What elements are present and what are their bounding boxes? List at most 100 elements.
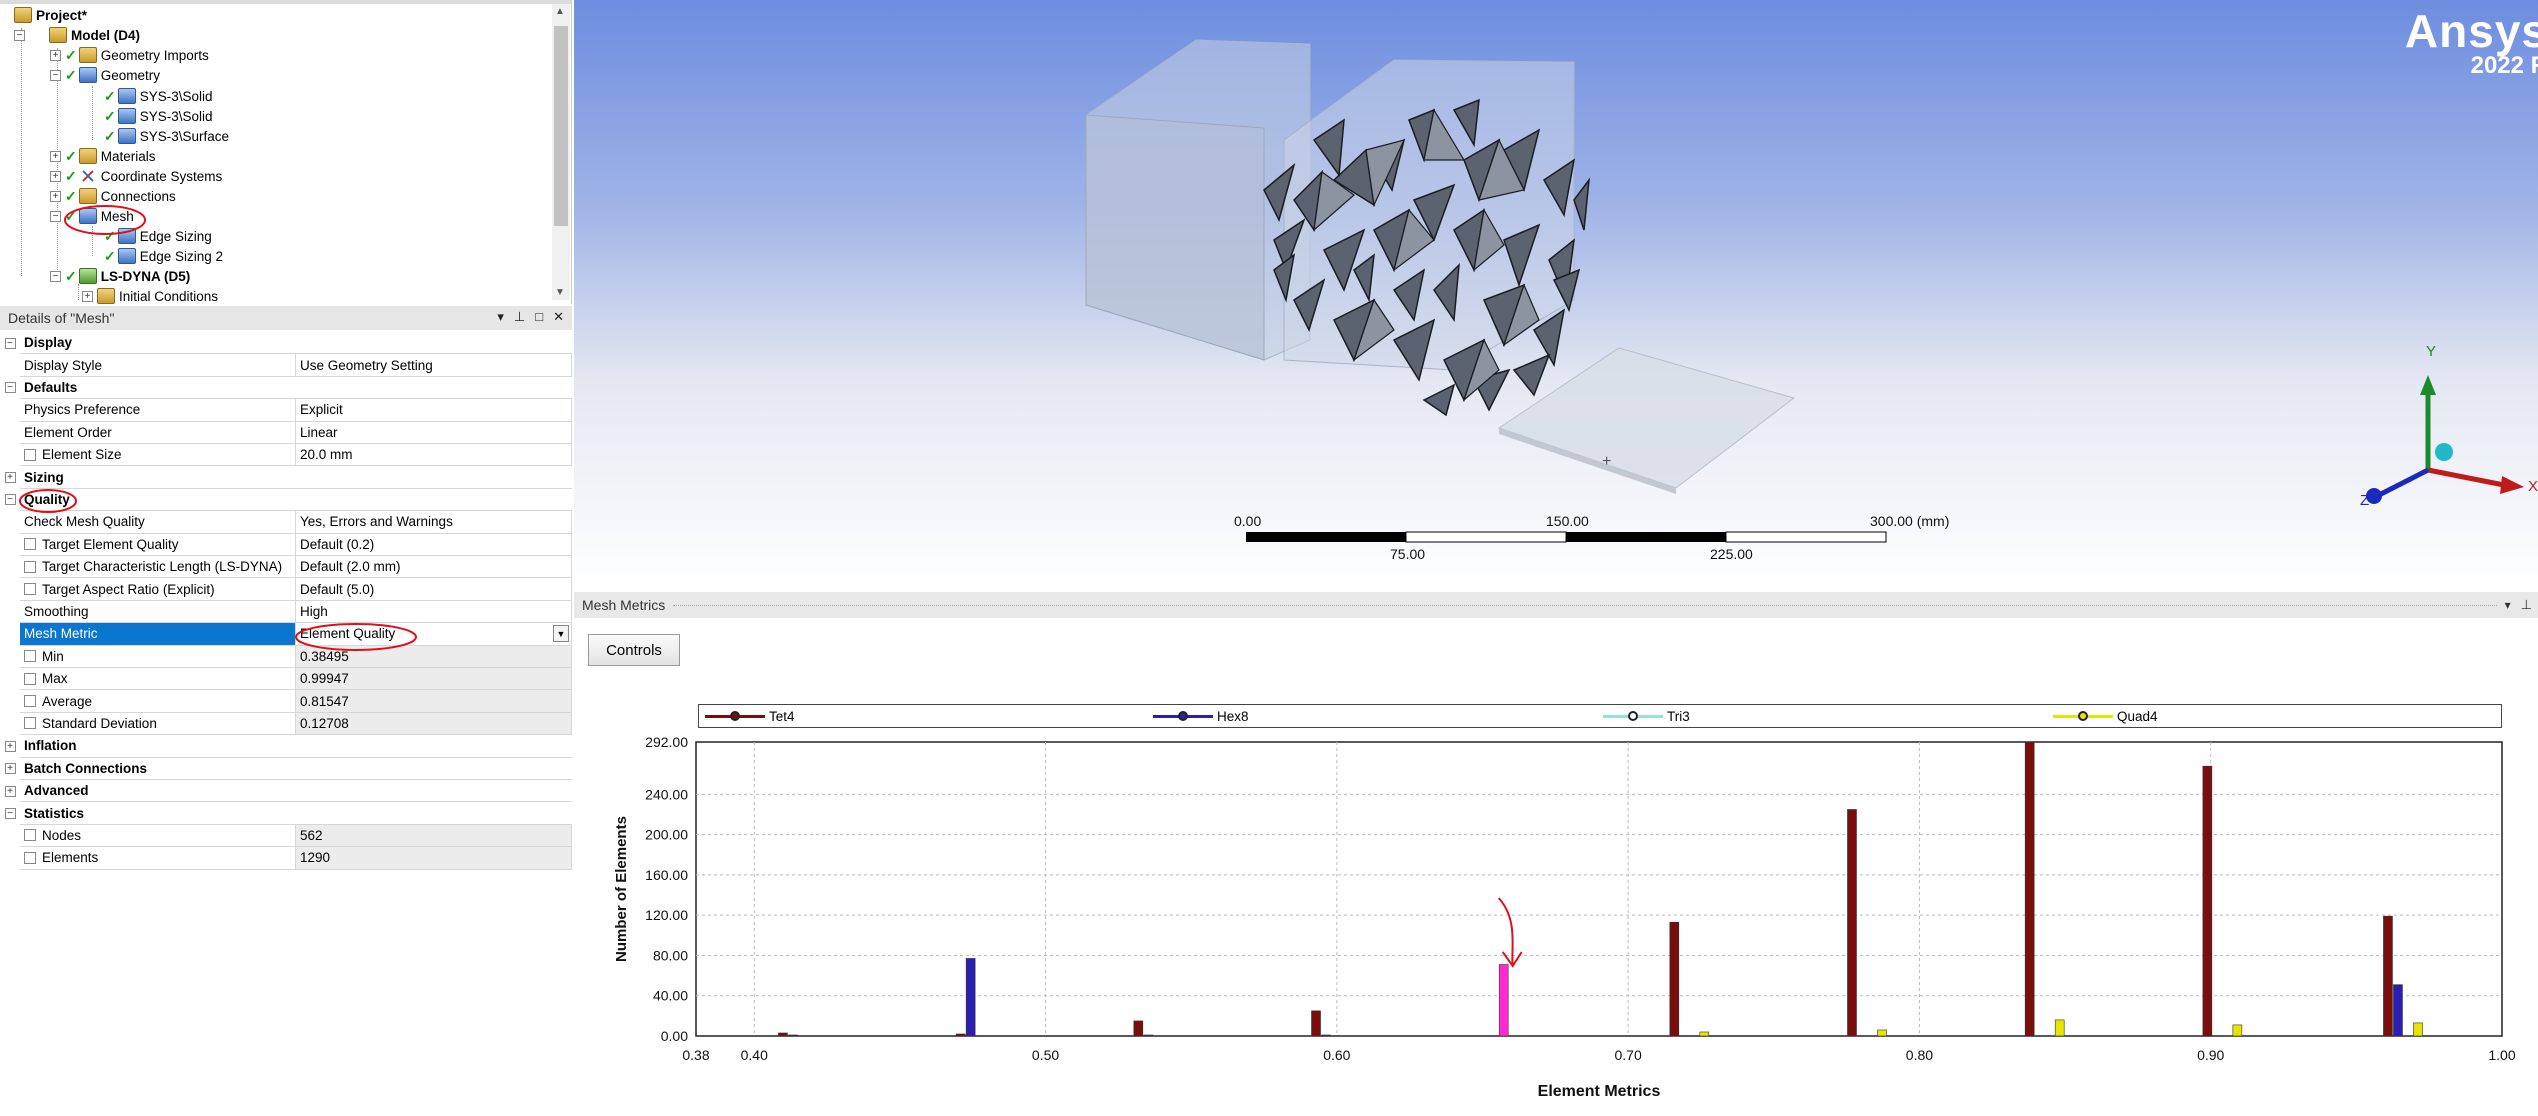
details-group-batch-connections[interactable]: + Batch Connections (0, 758, 572, 780)
maximize-icon[interactable]: □ (535, 309, 543, 325)
y-tick-label: 120.00 (645, 907, 688, 923)
parameter-checkbox[interactable] (24, 695, 36, 708)
surface-body-icon (117, 128, 136, 144)
collapse-toggle[interactable]: − (4, 494, 16, 506)
details-row-min[interactable]: Min 0.38495 (0, 645, 572, 668)
mesh-metrics-chart[interactable]: 0.00 40.00 80.00 120.00 160.00 200.00 240.00 29… (574, 730, 2538, 1110)
dropdown-arrow-icon[interactable]: ▼ (553, 625, 569, 643)
mesh-metrics-header: Mesh Metrics ▾ ⊥ (574, 592, 2538, 618)
property-value: 20.0 mm (300, 447, 353, 463)
parameter-checkbox[interactable] (24, 448, 36, 461)
details-row-display-style[interactable]: Display Style Use Geometry Setting (0, 354, 572, 377)
details-row-max[interactable]: Max 0.99947 (0, 668, 572, 691)
model-scene[interactable]: + (574, 0, 2538, 588)
y-tick-label: 292.00 (645, 734, 688, 750)
property-value: 1290 (300, 850, 331, 866)
status-check-icon: ✓ (65, 267, 77, 284)
details-group-advanced[interactable]: + Advanced (0, 780, 572, 803)
dropdown-icon[interactable]: ▾ (497, 309, 504, 325)
details-group-inflation[interactable]: + Inflation (0, 735, 572, 758)
expand-toggle[interactable]: + (4, 785, 16, 797)
parameter-checkbox[interactable] (24, 851, 36, 864)
details-row-element-order[interactable]: Element Order Linear (0, 421, 572, 444)
pin-icon[interactable]: ⊥ (2521, 597, 2532, 613)
parameter-checkbox[interactable] (24, 560, 36, 573)
tree-item-geometry-imports[interactable]: + ✓ Geometry Imports (50, 45, 209, 65)
scrollbar-thumb[interactable] (554, 26, 568, 226)
tree-item-model[interactable]: − Model (D4) (14, 25, 140, 45)
details-group-defaults[interactable]: − Defaults (0, 377, 572, 400)
details-row-mesh-metric[interactable]: Mesh Metric Element Quality ▼ (0, 623, 572, 646)
expand-toggle[interactable]: + (4, 472, 16, 484)
property-label: Sizing (24, 469, 64, 485)
details-group-sizing[interactable]: + Sizing (0, 466, 572, 489)
expand-toggle[interactable]: + (82, 290, 93, 302)
dropdown-icon[interactable]: ▾ (2505, 598, 2511, 612)
close-icon[interactable]: ✕ (553, 309, 564, 325)
status-check-icon: ✓ (104, 247, 116, 264)
parameter-checkbox[interactable] (24, 583, 36, 596)
details-row-standard-deviation[interactable]: Standard Deviation 0.12708 (0, 712, 572, 736)
tree-item-materials[interactable]: + ✓ Materials (50, 146, 156, 166)
expand-toggle[interactable]: + (50, 150, 61, 162)
tree-item-surface[interactable]: ✓ SYS-3\Surface (104, 126, 229, 146)
details-group-display[interactable]: − Display (0, 332, 572, 355)
controls-button[interactable]: Controls (588, 634, 680, 666)
graphics-viewport[interactable]: Ansys 2022 R + (574, 0, 2538, 588)
collapse-toggle[interactable]: − (50, 270, 61, 282)
tree-item-ls-dyna[interactable]: − ✓ LS-DYNA (D5) (50, 266, 190, 286)
property-value: Linear (300, 424, 338, 440)
parameter-checkbox[interactable] (24, 650, 36, 663)
status-check-icon: ✓ (65, 167, 77, 184)
pin-icon[interactable]: ⊥ (514, 309, 525, 325)
tree-item-coordinate-systems[interactable]: + ✓ Coordinate Systems (50, 166, 222, 186)
details-row-elements[interactable]: Elements 1290 (0, 847, 572, 870)
tree-item-edge-sizing-2[interactable]: ✓ Edge Sizing 2 (104, 246, 223, 266)
details-row-target-aspect-ratio-explicit[interactable]: Target Aspect Ratio (Explicit) Default (5… (0, 578, 572, 601)
scroll-down-icon[interactable]: ▼ (555, 287, 565, 298)
details-group-statistics[interactable]: − Statistics (0, 802, 572, 825)
scroll-up-icon[interactable]: ▲ (555, 6, 565, 17)
status-check-icon: ✓ (65, 147, 77, 164)
details-group-quality[interactable]: − Quality (0, 489, 572, 512)
details-title: Details of "Mesh" (8, 310, 115, 326)
details-row-check-mesh-quality[interactable]: Check Mesh Quality Yes, Errors and Warnin… (0, 511, 572, 534)
bar-quad4 (2054, 1019, 2065, 1037)
tree-item-project[interactable]: Project* (14, 5, 87, 25)
bar-hex8 (1498, 964, 1509, 1037)
details-row-target-element-quality[interactable]: Target Element Quality Default (0.2) (0, 533, 572, 556)
tree-item-initial-conditions[interactable]: + Initial Conditions (82, 286, 218, 304)
legend-item-tet4: Tet4 (705, 708, 795, 724)
expand-toggle[interactable]: + (4, 740, 16, 752)
details-row-nodes[interactable]: Nodes 562 (0, 824, 572, 848)
parameter-checkbox[interactable] (24, 672, 36, 685)
collapse-toggle[interactable]: − (4, 808, 16, 820)
parameter-checkbox[interactable] (24, 717, 36, 730)
expand-toggle[interactable]: + (50, 170, 61, 182)
details-row-smoothing[interactable]: Smoothing High (0, 600, 572, 624)
collapse-toggle[interactable]: − (4, 382, 16, 394)
tree-item-solid-2[interactable]: ✓ SYS-3\Solid (104, 106, 213, 126)
collapse-toggle[interactable]: − (14, 29, 25, 41)
bar-quad4 (2413, 1022, 2423, 1037)
expand-toggle[interactable]: + (50, 49, 61, 61)
details-row-physics-preference[interactable]: Physics Preference Explicit (0, 399, 572, 422)
parameter-checkbox[interactable] (24, 538, 36, 551)
tree-item-geometry[interactable]: − ✓ Geometry (50, 65, 160, 85)
bar-quad4 (1699, 1031, 1710, 1037)
svg-text:+: + (1602, 453, 1611, 470)
collapse-toggle[interactable]: − (50, 69, 61, 81)
legend-item-tri3: Tri3 (1603, 708, 1690, 724)
expand-toggle[interactable]: + (4, 763, 16, 775)
details-row-average[interactable]: Average 0.81547 (0, 690, 572, 713)
parameter-checkbox[interactable] (24, 829, 36, 842)
tree-item-solid-1[interactable]: ✓ SYS-3\Solid (104, 86, 213, 106)
x-axis-label: X (2528, 478, 2538, 495)
tree-scrollbar[interactable]: ▲ ▼ (552, 4, 570, 300)
property-label: Quality (24, 491, 70, 507)
status-check-icon: ✓ (104, 107, 116, 124)
collapse-toggle[interactable]: − (4, 337, 16, 349)
details-row-target-characteristic-length-ls-dyna[interactable]: Target Characteristic Length (LS-DYNA) De… (0, 556, 572, 579)
property-value: Element Quality (300, 626, 396, 642)
details-row-element-size[interactable]: Element Size 20.0 mm (0, 444, 572, 467)
